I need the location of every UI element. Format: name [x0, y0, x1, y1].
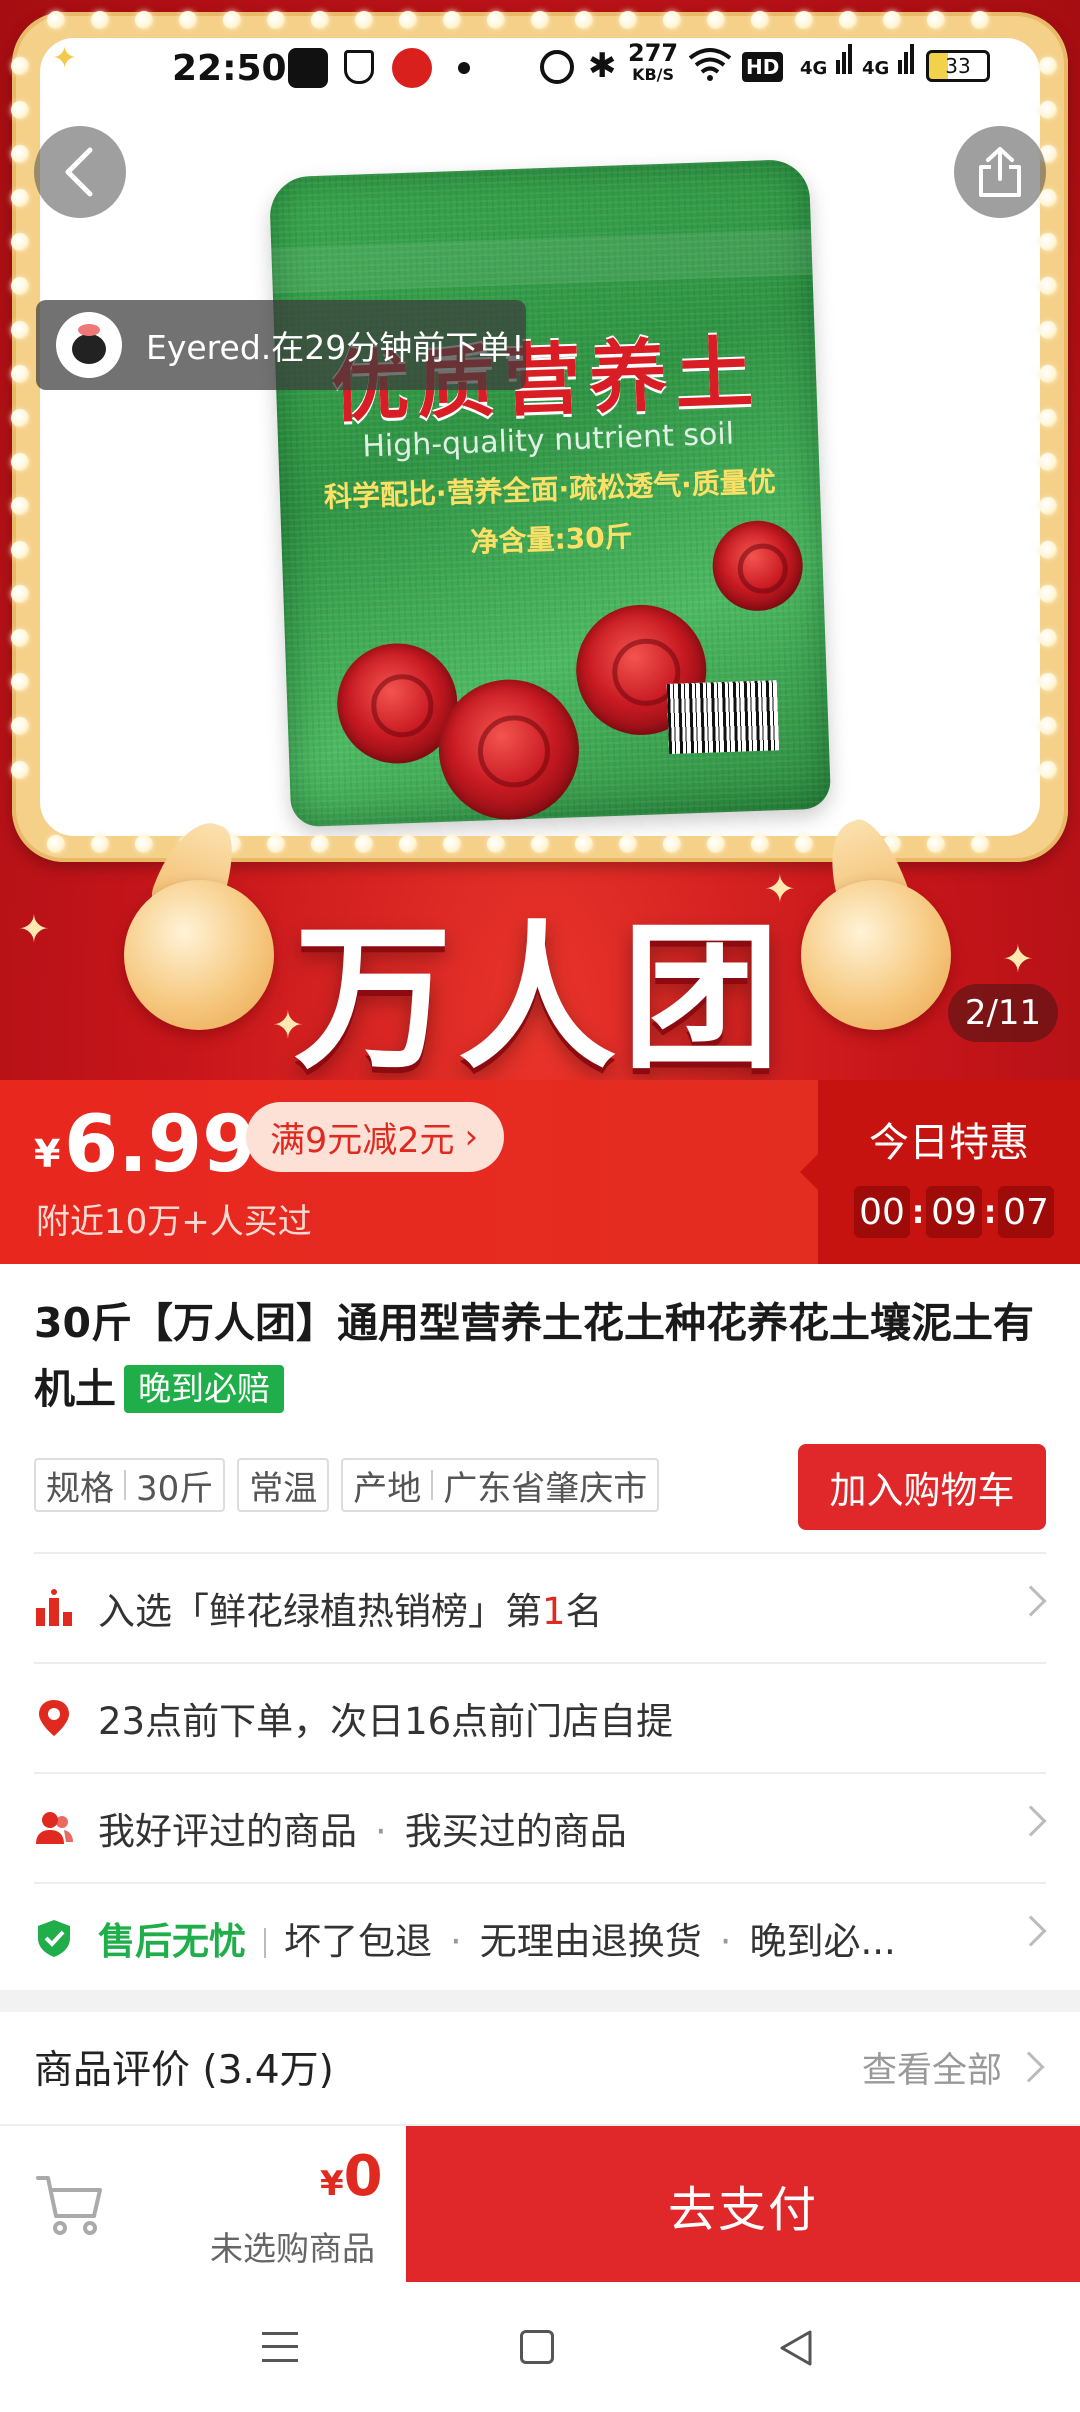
product-image-carousel[interactable]: 优质营养土 High-quality nutrient soil 科学配比·营养… — [0, 0, 1080, 1080]
wifi-icon — [688, 46, 732, 89]
group-buy-banner: 万人团 — [294, 907, 786, 1080]
barcode — [666, 680, 780, 754]
reviews-header[interactable]: 商品评价 (3.4万) 查看全部 — [34, 2012, 1046, 2122]
spec-tag-storage: 常温 — [237, 1458, 330, 1512]
bluetooth-icon: ✱ — [588, 46, 617, 86]
home-icon[interactable] — [520, 2330, 554, 2364]
share-icon — [979, 147, 1021, 197]
history-text: 我好评过的商品 · 我买过的商品 — [98, 1810, 627, 1853]
ranking-icon — [36, 1589, 72, 1626]
view-all-reviews-link[interactable]: 查看全部 — [862, 2042, 1002, 2093]
price-bar: ¥ 6.99 满9元减2元 › 附近10万+人买过 今日特惠 00 : 09 :… — [0, 1080, 1080, 1264]
coupon-label: 满9元减2元 — [270, 1120, 455, 1161]
history-row[interactable]: 我好评过的商品 · 我买过的商品 — [34, 1772, 1047, 1882]
spec-tag-size: 规格 30斤 — [34, 1458, 226, 1512]
alarm-icon — [540, 50, 574, 84]
app-badge-icon — [392, 48, 432, 88]
daily-deal: 今日特惠 00 : 09 : 07 — [800, 1080, 1080, 1264]
cart-icon[interactable] — [34, 2168, 108, 2242]
coupon-badge[interactable]: 满9元减2元 › — [246, 1102, 505, 1172]
product-photo: 优质营养土 High-quality nutrient soil 科学配比·营养… — [40, 38, 1040, 836]
tiktok-icon — [288, 48, 328, 88]
chevron-right-icon — [1013, 2051, 1045, 2083]
sold-count: 附近10万+人买过 — [36, 1202, 312, 1242]
cart-total: ¥0 — [320, 2144, 383, 2209]
delivery-row: 23点前下单，次日16点前门店自提 — [34, 1662, 1046, 1772]
checkout-bar: ¥0 未选购商品 去支付 — [0, 2124, 1080, 2284]
after-sales-row[interactable]: 售后无忧 坏了包退 · 无理由退换货 · 晚到必... — [34, 1882, 1047, 1992]
network-speed: 277 KB/S — [628, 39, 679, 84]
image-pager: 2/11 — [948, 984, 1058, 1042]
users-icon — [36, 1812, 73, 1844]
chevron-right-icon: › — [464, 1117, 479, 1157]
reviewed-items-link: 我好评过的商品 — [98, 1810, 357, 1853]
timer-minutes: 09 — [926, 1186, 982, 1238]
chevron-right-icon — [1015, 1805, 1047, 1837]
back-triangle-icon[interactable] — [776, 2328, 816, 2368]
reviews-title: 商品评价 (3.4万) — [34, 2048, 334, 2093]
price-value: 6.99 — [64, 1100, 257, 1190]
price-currency: ¥ — [34, 1132, 61, 1176]
notification-dot-icon — [458, 62, 470, 74]
deal-title: 今日特惠 — [869, 1120, 1029, 1166]
timer-seconds: 07 — [998, 1186, 1054, 1238]
signal-2-icon: 4G — [862, 44, 914, 79]
section-divider — [0, 1990, 1080, 2012]
system-navigation-bar — [0, 2282, 1080, 2412]
timer-hours: 00 — [854, 1186, 910, 1238]
share-button[interactable] — [954, 126, 1046, 218]
status-time: 22:50 — [172, 48, 287, 89]
status-bar: 22:50 ✱ 277 KB/S HD 4G 4G 33 — [0, 39, 1080, 102]
soil-bag-image: 优质营养土 High-quality nutrient soil 科学配比·营养… — [250, 138, 850, 836]
spec-tags: 规格 30斤 常温 产地 广东省肇庆市 — [34, 1458, 660, 1512]
spec-tag-origin: 产地 广东省肇庆市 — [341, 1458, 660, 1512]
menu-icon[interactable] — [262, 2332, 298, 2362]
countdown-timer: 00 : 09 : 07 — [854, 1186, 1054, 1238]
add-to-cart-button[interactable]: 加入购物车 — [798, 1444, 1046, 1530]
chevron-right-icon — [1015, 1585, 1047, 1617]
signal-1-icon: 4G — [800, 44, 852, 79]
chevron-right-icon — [1015, 1915, 1047, 1947]
pay-button[interactable]: 去支付 — [406, 2126, 1080, 2284]
ranking-text: 入选「鲜花绿植热销榜」第1名 — [98, 1590, 603, 1633]
hd-badge: HD — [742, 52, 784, 82]
back-icon — [65, 147, 93, 197]
product-title: 30斤【万人团】通用型营养土花土种花养花土壤泥土有机土 晚到必赔 — [34, 1290, 1046, 1422]
location-pin-icon — [39, 1700, 69, 1736]
shield-check-icon — [38, 1920, 70, 1957]
bought-items-link: 我买过的商品 — [404, 1810, 627, 1853]
recent-order-ticker: Eyered.在29分钟前下单! — [36, 300, 526, 390]
shield-icon — [344, 50, 374, 84]
avatar — [56, 312, 122, 378]
cart-empty-text: 未选购商品 — [210, 2229, 375, 2268]
ranking-row[interactable]: 入选「鲜花绿植热销榜」第1名 — [34, 1552, 1047, 1662]
after-sales-text: 售后无忧 坏了包退 · 无理由退换货 · 晚到必... — [98, 1920, 896, 1963]
recent-order-text: Eyered.在29分钟前下单! — [146, 328, 525, 367]
late-compensation-badge: 晚到必赔 — [124, 1365, 284, 1413]
battery-icon: 33 — [926, 50, 990, 82]
delivery-text: 23点前下单，次日16点前门店自提 — [98, 1700, 674, 1743]
back-button[interactable] — [34, 126, 126, 218]
